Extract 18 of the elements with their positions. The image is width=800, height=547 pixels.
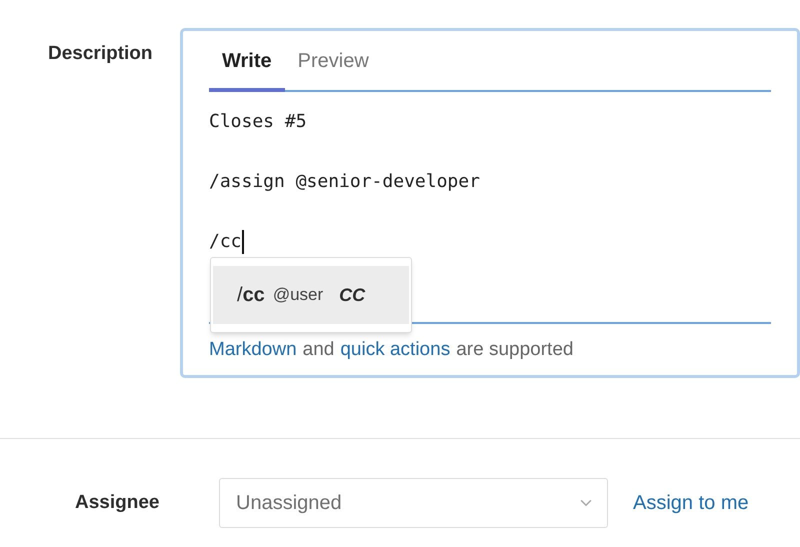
command-hint: CC: [339, 284, 366, 306]
quick-actions-link[interactable]: quick actions: [340, 336, 450, 364]
editor-tab[interactable]: Write: [209, 46, 285, 92]
assignee-label: Assignee: [75, 492, 160, 513]
assignee-placeholder: Unassigned: [236, 491, 342, 516]
assignee-select[interactable]: Unassigned: [219, 478, 608, 528]
markdown-link[interactable]: Markdown: [209, 336, 297, 364]
argument-text: @user: [272, 284, 324, 306]
description-label: Description: [48, 43, 153, 64]
command-text: /cc: [237, 283, 265, 308]
editor-tab[interactable]: Preview: [284, 46, 382, 92]
autocomplete-item[interactable]: /cc @user CC: [213, 266, 409, 324]
description-text: Closes #5 /assign @senior-developer: [209, 110, 481, 194]
footer-text: and: [302, 338, 334, 362]
assign-to-me-link[interactable]: Assign to me: [633, 488, 749, 518]
text-cursor-icon: [242, 230, 244, 254]
description-text: /cc: [209, 230, 242, 254]
footer-text: are supported: [456, 338, 574, 362]
